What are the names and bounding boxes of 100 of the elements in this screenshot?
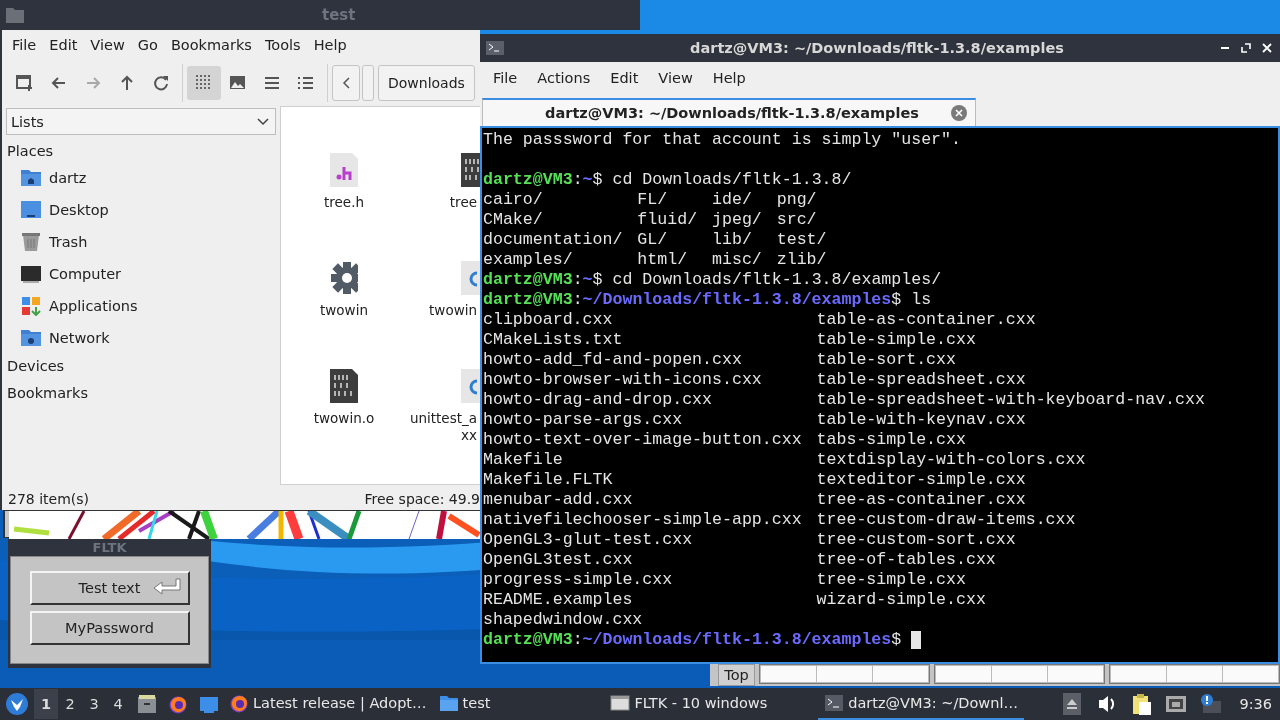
workspace-button[interactable]: 4 <box>106 689 130 719</box>
sidebar-item[interactable]: Computer <box>4 258 280 290</box>
terminal-tab[interactable]: dartz@VM3: ~/Downloads/fltk-1.3.8/examples <box>482 98 976 126</box>
browser-icon[interactable] <box>168 694 188 714</box>
file-name[interactable]: twowin <box>429 302 477 319</box>
file-name: src/ <box>776 210 817 230</box>
top-button[interactable]: Top <box>718 664 755 686</box>
file-name: tree-of-tables.cxx <box>816 550 996 570</box>
network-icon[interactable] <box>1165 693 1188 715</box>
file-name: Makefile.FLTK <box>483 470 614 490</box>
fltk-button[interactable]: MyPassword <box>29 611 190 645</box>
file-name: menubar-add.cxx <box>483 490 634 510</box>
binary-file-icon <box>330 369 358 403</box>
file-name: OpenGL3-glut-test.cxx <box>483 530 694 550</box>
file-name: table-spreadsheet-with-keyboard-nav.cxx <box>816 390 1205 410</box>
file-name: table-sort.cxx <box>816 350 956 370</box>
sidebar-item[interactable]: dartz <box>4 162 280 194</box>
clipboard-icon[interactable] <box>1131 693 1154 715</box>
detailed-list-icon <box>297 74 315 92</box>
file-name: table-simple.cxx <box>816 330 976 350</box>
file-name: progress-simple.cxx <box>483 570 674 590</box>
menu-item[interactable]: Edit <box>43 33 85 57</box>
sidebar-item[interactable]: Trash <box>4 226 280 258</box>
header-file-icon <box>330 153 358 187</box>
desktop-icon <box>21 200 41 220</box>
terminal-line: dartz@VM3:~$ cd Downloads/fltk-1.3.8/ <box>483 170 852 190</box>
start-menu-icon[interactable] <box>6 693 28 715</box>
file-name: howto-add_fd-and-popen.cxx <box>483 350 743 370</box>
maximize-icon[interactable] <box>1241 43 1251 53</box>
menu-item[interactable]: Help <box>702 70 756 86</box>
menu-item[interactable]: Tools <box>258 33 308 57</box>
file-name: documentation/ <box>483 230 624 250</box>
file-name: howto-browser-with-icons.cxx <box>483 370 763 390</box>
file-name: jpeg/ <box>712 210 763 230</box>
file-name[interactable]: twowin <box>320 302 368 319</box>
file-name: textdisplay-with-colors.cxx <box>816 450 1086 470</box>
taskbar-task[interactable]: test <box>432 688 497 720</box>
clock[interactable]: 9:36 <box>1239 696 1272 712</box>
view-mode-button[interactable] <box>187 66 221 100</box>
menu-item[interactable]: View <box>84 33 132 57</box>
close-icon[interactable] <box>1262 43 1272 53</box>
file-name[interactable]: unittest_a xx <box>409 410 477 444</box>
file-name: tree-as-container.cxx <box>816 490 1026 510</box>
file-name: tree-custom-sort.cxx <box>816 530 1016 550</box>
side-pane-dropdown[interactable]: Lists <box>6 108 276 135</box>
section-heading[interactable]: Devices <box>4 354 280 373</box>
file-name: zlib/ <box>776 250 827 270</box>
window-title: dartz@VM3: ~/Downloads/fltk-1.3.8/examples <box>689 40 1065 56</box>
gear-icon <box>330 261 358 295</box>
chevron-down-icon <box>257 117 269 126</box>
fltk-button[interactable]: Test text <box>29 571 190 605</box>
terminal-line: dartz@VM3:~/Downloads/fltk-1.3.8/examples$ ls <box>483 290 932 310</box>
file-name: test/ <box>776 230 827 250</box>
section-heading[interactable]: Places <box>4 135 280 158</box>
menu-item[interactable]: Go <box>131 33 165 57</box>
taskbar-task[interactable]: Latest release | Adopt… <box>223 688 433 720</box>
desktop-icon[interactable] <box>199 694 219 714</box>
taskbar-task[interactable]: dartz@VM3: ~/Downl… <box>818 688 1024 720</box>
sidebar-item[interactable]: Applications <box>4 290 280 322</box>
folder-icon <box>6 7 24 23</box>
file-name: Makefile <box>483 450 564 470</box>
workspace-button[interactable]: 1 <box>34 689 58 719</box>
menu-item[interactable]: Help <box>307 33 354 57</box>
file-name: html/ <box>637 250 689 270</box>
new-tab-icon <box>16 74 34 92</box>
file-name: CMake/ <box>483 210 544 230</box>
file-name: table-spreadsheet.cxx <box>816 370 1026 390</box>
menu-item[interactable]: File <box>483 70 528 86</box>
menu-item[interactable]: Bookmarks <box>164 33 259 57</box>
file-name: howto-text-over-image-button.cxx <box>483 430 803 450</box>
file-name: fluid/ <box>637 210 699 230</box>
path-button[interactable]: Downloads <box>378 65 475 101</box>
section-heading[interactable]: Bookmarks <box>4 377 280 400</box>
file-name: howto-parse-args.cxx <box>483 410 684 430</box>
workspace-button[interactable]: 2 <box>58 689 82 719</box>
sidebar-item[interactable]: Network <box>4 322 280 354</box>
file-name: shapedwindow.cxx <box>483 610 643 630</box>
taskbar-task[interactable]: FLTK - 10 windows <box>604 688 774 720</box>
file-name[interactable]: tree <box>449 194 477 211</box>
window-title: FLTK <box>92 541 127 554</box>
menu-item[interactable]: File <box>6 33 44 57</box>
file-name[interactable]: tree.h <box>324 194 364 211</box>
terminal-icon <box>486 41 504 55</box>
icon-grid-icon <box>195 74 213 92</box>
file-name: OpenGL3test.cxx <box>483 550 634 570</box>
file-name: texteditor-simple.cxx <box>816 470 1026 490</box>
menu-item[interactable]: Actions <box>527 70 601 86</box>
file-cabinet-icon[interactable] <box>137 694 157 714</box>
file-name: tree-custom-draw-items.cxx <box>816 510 1076 530</box>
file-name: tree-simple.cxx <box>816 570 966 590</box>
file-name: cairo/ <box>483 190 544 210</box>
file-name: examples/ <box>483 250 574 270</box>
menu-item[interactable]: Edit <box>600 70 649 86</box>
notification-icon[interactable] <box>1199 693 1222 715</box>
file-name: ide/ <box>712 190 753 210</box>
sidebar-item[interactable]: Desktop <box>4 194 280 226</box>
file-name[interactable]: twowin.o <box>313 410 375 427</box>
trash-icon <box>21 232 41 252</box>
workspace-button[interactable]: 3 <box>82 689 106 719</box>
menu-item[interactable]: View <box>648 70 703 86</box>
